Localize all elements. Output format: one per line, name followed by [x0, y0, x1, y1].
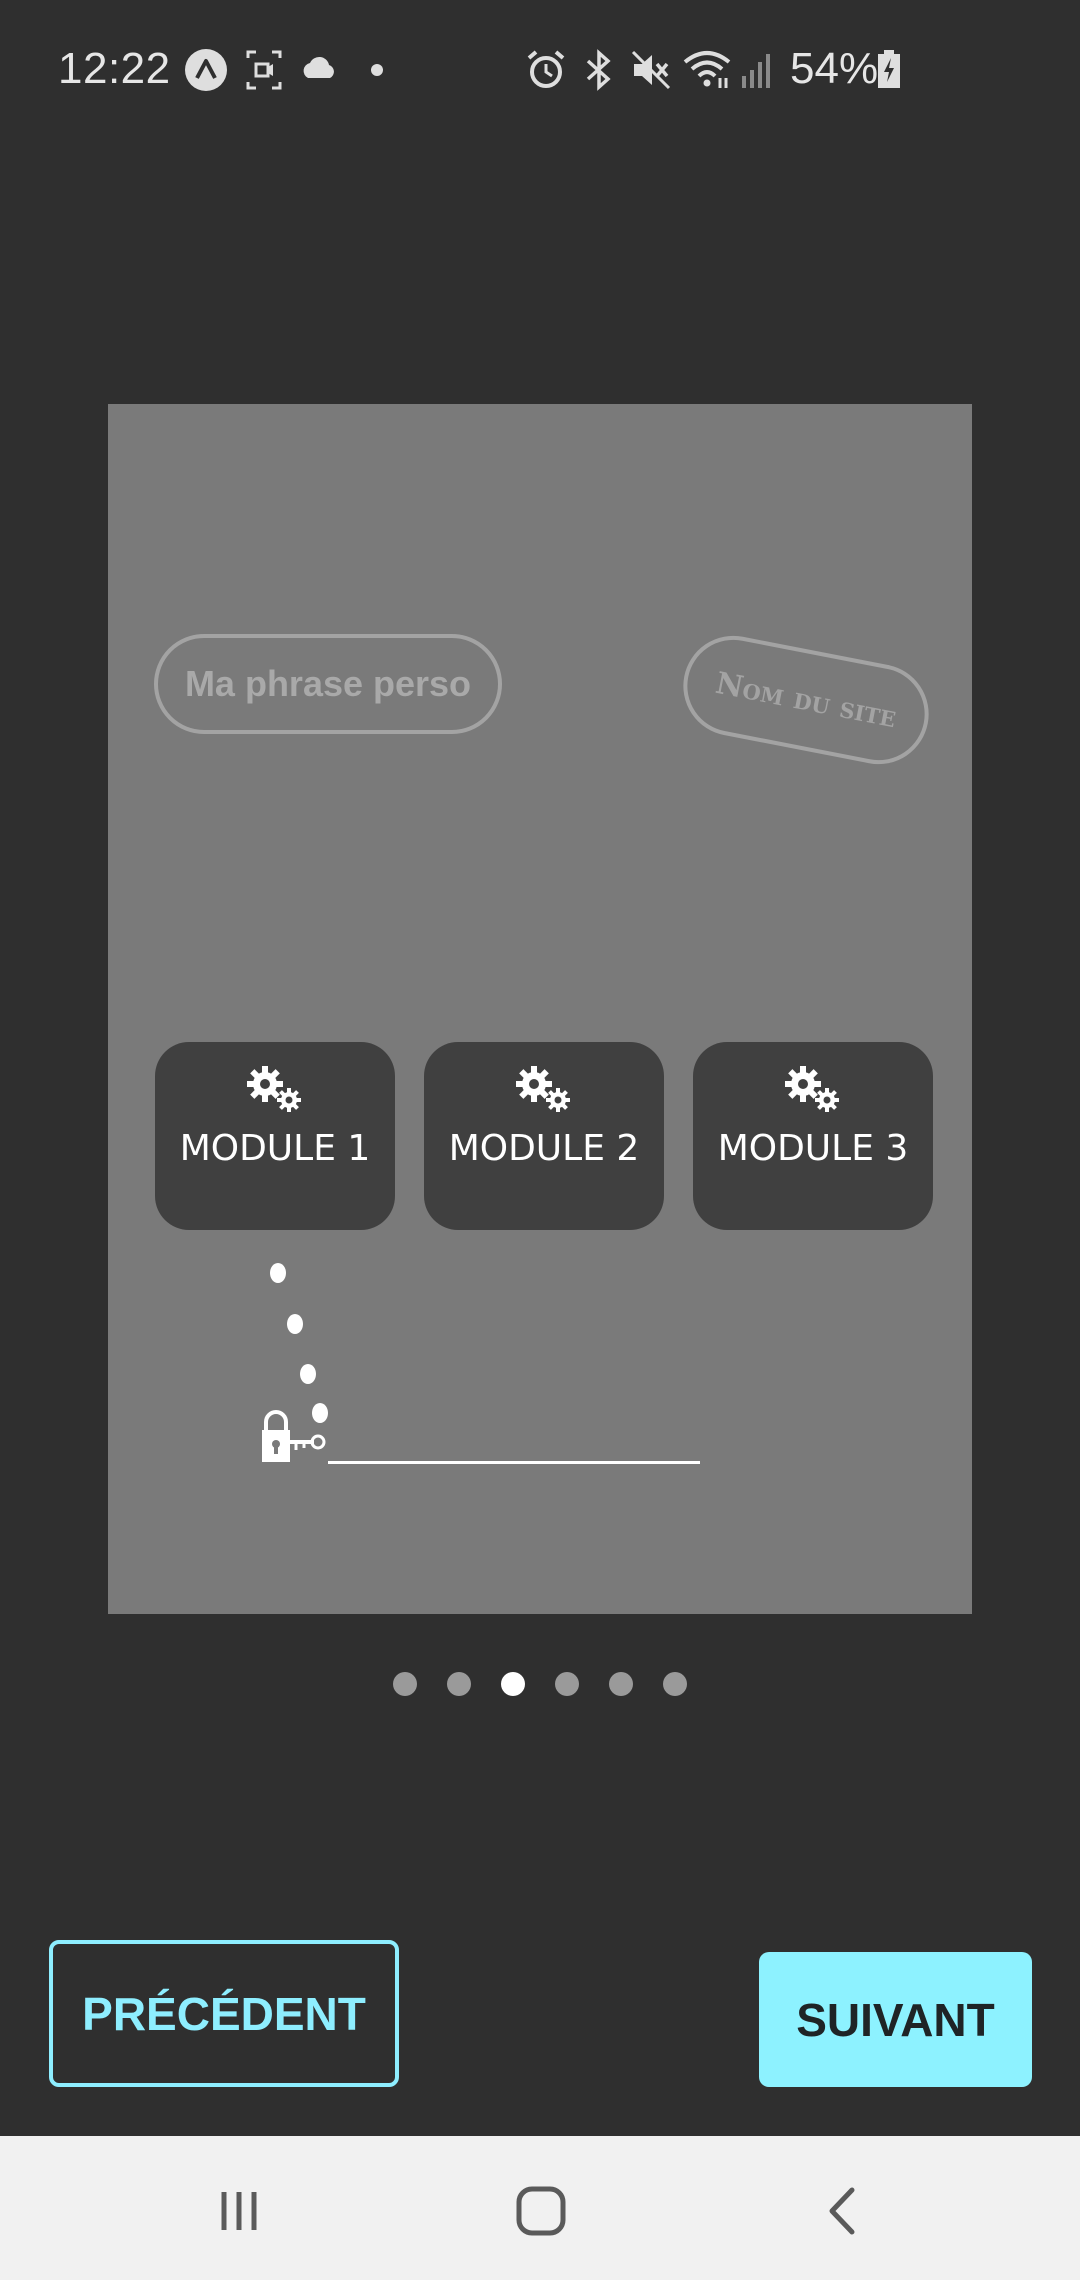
- mute-icon: [631, 50, 671, 90]
- app-a-icon: [185, 49, 227, 91]
- password-underline: [328, 1461, 700, 1464]
- signal-icon: [742, 54, 770, 88]
- cloud-icon: [303, 56, 334, 78]
- page-dot[interactable]: [393, 1672, 417, 1696]
- dotted-trail: [270, 1263, 328, 1423]
- status-time: 12:22: [58, 44, 171, 93]
- previous-button[interactable]: PRÉCÉDENT: [49, 1940, 399, 2087]
- recent-apps-icon[interactable]: [204, 2176, 274, 2246]
- status-bar: 12:22 54%: [0, 0, 1080, 140]
- wifi-icon: [683, 51, 731, 88]
- template-preview: Ma phrase perso Nom du site MODULE 1 MOD…: [108, 404, 972, 1614]
- page-dot[interactable]: [555, 1672, 579, 1696]
- next-button[interactable]: SUIVANT: [759, 1952, 1032, 2087]
- bluetooth-icon: [586, 49, 611, 91]
- back-icon[interactable]: [808, 2176, 878, 2246]
- page-indicator: [0, 1672, 1080, 1702]
- dot-icon: [371, 64, 383, 76]
- page-dot[interactable]: [663, 1672, 687, 1696]
- page-dot[interactable]: [447, 1672, 471, 1696]
- previous-button-label: PRÉCÉDENT: [82, 1987, 366, 2040]
- alarm-icon: [527, 50, 565, 88]
- battery-charging-icon: [878, 50, 900, 88]
- battery-percentage: 54%: [790, 44, 879, 93]
- page-dot[interactable]: [609, 1672, 633, 1696]
- page-dot-active[interactable]: [501, 1672, 525, 1696]
- screen-record-icon: [246, 50, 282, 90]
- home-icon[interactable]: [506, 2176, 576, 2246]
- next-button-label: SUIVANT: [796, 1993, 995, 2046]
- lock-key-icon: [262, 1410, 326, 1462]
- navigation-bar: [0, 2136, 1080, 2280]
